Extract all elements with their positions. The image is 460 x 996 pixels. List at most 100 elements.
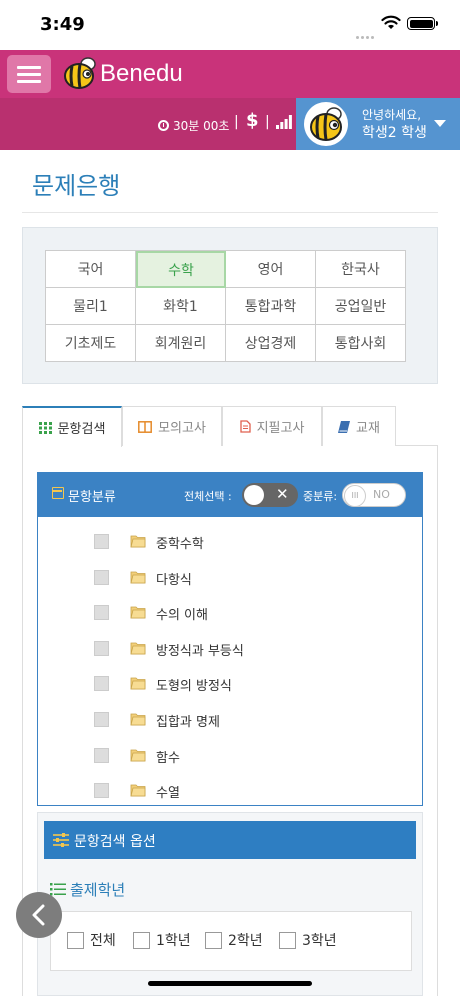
subject-cell[interactable]: 영어 bbox=[226, 251, 316, 288]
category-label: 도형의 방정식 bbox=[156, 679, 232, 695]
subject-cell[interactable]: 기초제도 bbox=[46, 325, 136, 362]
subject-panel: 국어 수학 영어 한국사물리1 화학1 통합과학 공업일반기초제도 회계원리 상업경제 통합사회 bbox=[22, 227, 438, 384]
signal-dots-icon bbox=[356, 24, 378, 39]
chevron-left-icon bbox=[32, 904, 45, 926]
checkbox[interactable] bbox=[94, 712, 109, 727]
checkbox[interactable] bbox=[205, 931, 222, 949]
sliders-icon bbox=[53, 833, 69, 847]
checkbox[interactable] bbox=[133, 931, 150, 949]
grid-icon bbox=[38, 421, 52, 434]
options-title: 문항검색 옵션 bbox=[74, 834, 156, 850]
category-panel: 문항분류 전체선택 : ✕ 중분류: III NO 중학수학다항식수의 이해방정… bbox=[37, 472, 423, 806]
battery-icon bbox=[407, 17, 438, 30]
folder-icon bbox=[130, 642, 146, 655]
category-header: 문항분류 전체선택 : ✕ 중분류: III NO bbox=[38, 473, 422, 517]
timer-text: 30분 00초 bbox=[173, 119, 230, 133]
tab-label: 모의고사 bbox=[158, 421, 206, 436]
folder-icon bbox=[130, 784, 146, 797]
grade-label: 3학년 bbox=[302, 933, 337, 949]
checkbox[interactable] bbox=[279, 931, 296, 949]
calendar-icon bbox=[52, 487, 64, 499]
category-item[interactable]: 도형의 방정식 bbox=[38, 669, 422, 699]
folder-icon bbox=[130, 713, 146, 726]
wifi-icon bbox=[381, 15, 401, 29]
category-label: 중학수학 bbox=[156, 537, 204, 552]
grade-label: 1학년 bbox=[156, 933, 191, 949]
category-item[interactable]: 집합과 명제 bbox=[38, 705, 422, 735]
toggle-state-text: NO bbox=[373, 488, 390, 501]
tab-written-exam[interactable]: 지필고사 bbox=[222, 406, 322, 446]
category-label: 집합과 명제 bbox=[156, 715, 220, 730]
tab-item-search[interactable]: 문항검색 bbox=[22, 406, 122, 447]
checkbox[interactable] bbox=[94, 640, 109, 656]
checkbox[interactable] bbox=[67, 931, 84, 949]
tab-textbook[interactable]: 교재 bbox=[322, 406, 396, 446]
category-item[interactable]: 방정식과 부등식 bbox=[38, 634, 422, 664]
bee-logo-icon bbox=[64, 57, 96, 89]
book-open-icon bbox=[138, 420, 153, 433]
category-item[interactable]: 수의 이해 bbox=[38, 598, 422, 628]
list-icon bbox=[50, 883, 66, 896]
category-item[interactable]: 다항식 bbox=[38, 563, 422, 593]
brand-name: Benedu bbox=[100, 60, 183, 87]
home-indicator bbox=[148, 981, 312, 986]
tab-label: 지필고사 bbox=[256, 421, 305, 436]
subject-cell[interactable]: 물리1 bbox=[46, 288, 136, 325]
subject-cell[interactable]: 한국사 bbox=[316, 251, 406, 288]
tab-label: 문항검색 bbox=[57, 422, 106, 437]
mid-class-toggle[interactable]: III NO bbox=[342, 483, 406, 507]
select-all-label: 전체선택 : bbox=[184, 490, 232, 503]
category-title: 문항분류 bbox=[68, 490, 116, 505]
close-icon: ✕ bbox=[276, 485, 289, 503]
tab-mock-exam[interactable]: 모의고사 bbox=[122, 406, 222, 446]
dollar-icon[interactable]: $ bbox=[246, 110, 259, 131]
subject-cell[interactable]: 통합과학 bbox=[226, 288, 316, 325]
folder-icon bbox=[130, 749, 146, 761]
category-label: 방정식과 부등식 bbox=[156, 643, 244, 659]
grade-option[interactable]: 전체 bbox=[67, 930, 116, 950]
user-menu[interactable]: 안녕하세요, 학생2 학생 bbox=[296, 98, 460, 150]
checkbox[interactable] bbox=[94, 783, 109, 799]
grade-option[interactable]: 2학년 bbox=[205, 930, 263, 950]
separator: | bbox=[234, 114, 239, 130]
checkbox[interactable] bbox=[94, 605, 109, 621]
checkbox[interactable] bbox=[94, 747, 109, 763]
subject-cell[interactable]: 국어 bbox=[46, 251, 136, 288]
subject-grid: 국어 수학 영어 한국사물리1 화학1 통합과학 공업일반기초제도 회계원리 상업경제 통합사회 bbox=[45, 250, 406, 362]
checkbox[interactable] bbox=[94, 676, 109, 692]
subject-cell[interactable]: 회계원리 bbox=[136, 325, 226, 362]
grade-checkbox-row: 전체 1학년 2학년 3학년 bbox=[50, 911, 412, 971]
subject-cell[interactable]: 수학 bbox=[136, 251, 226, 288]
page-title: 문제은행 bbox=[32, 172, 121, 200]
category-label: 함수 bbox=[156, 750, 180, 766]
checkbox[interactable] bbox=[94, 569, 109, 585]
options-header[interactable]: 문항검색 옵션 bbox=[44, 821, 416, 859]
mid-class-label: 중분류: bbox=[303, 490, 338, 503]
grade-option[interactable]: 1학년 bbox=[133, 930, 191, 950]
grade-section-title: 출제학년 bbox=[50, 879, 125, 900]
category-item[interactable]: 중학수학 bbox=[38, 527, 422, 557]
category-label: 수열 bbox=[156, 786, 180, 802]
hamburger-menu-button[interactable] bbox=[7, 55, 51, 93]
chevron-down-icon[interactable] bbox=[434, 120, 446, 127]
subject-cell[interactable]: 공업일반 bbox=[316, 288, 406, 325]
category-item[interactable]: 수열 bbox=[38, 776, 422, 806]
grade-option[interactable]: 3학년 bbox=[279, 930, 337, 950]
tab-bar: 문항검색 모의고사 지필고사 교재 bbox=[22, 406, 438, 447]
greeting-text: 안녕하세요, bbox=[362, 108, 422, 122]
toggle-knob: III bbox=[344, 485, 366, 507]
user-name: 학생2 학생 bbox=[362, 125, 427, 141]
divider bbox=[22, 212, 438, 213]
category-item[interactable]: 함수 bbox=[38, 741, 422, 771]
subject-cell[interactable]: 상업경제 bbox=[226, 325, 316, 362]
separator: | bbox=[265, 114, 270, 130]
subject-cell[interactable]: 화학1 bbox=[136, 288, 226, 325]
toggle-knob bbox=[244, 485, 264, 505]
signal-bars-icon[interactable] bbox=[276, 115, 292, 129]
checkbox[interactable] bbox=[94, 534, 109, 549]
select-all-toggle[interactable]: ✕ bbox=[242, 483, 298, 507]
folder-icon bbox=[130, 571, 146, 583]
subject-cell[interactable]: 통합사회 bbox=[316, 325, 406, 362]
folder-icon bbox=[130, 535, 146, 548]
back-button[interactable] bbox=[16, 892, 62, 938]
